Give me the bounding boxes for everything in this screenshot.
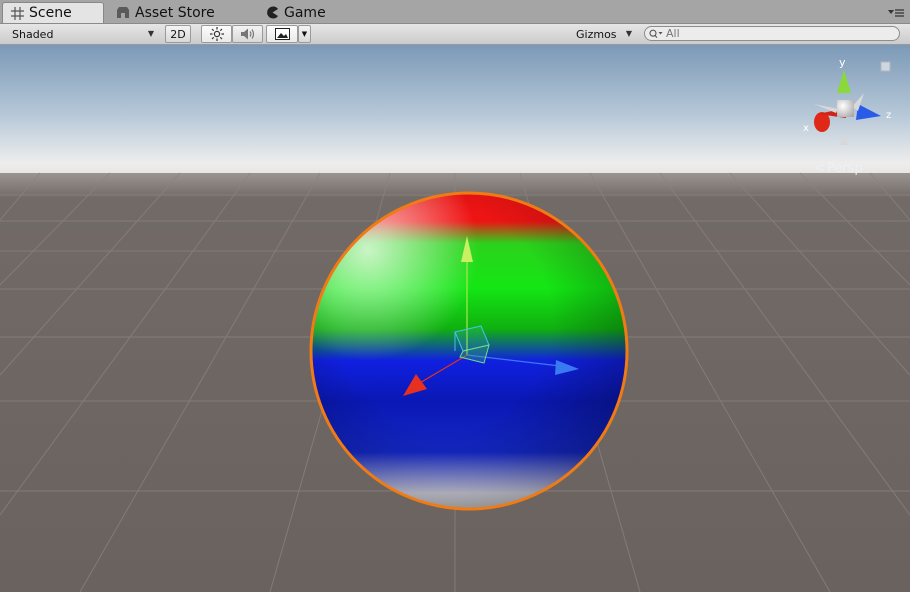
gizmo-x-label: x bbox=[803, 123, 809, 134]
grid-icon bbox=[11, 6, 24, 20]
gizmos-dropdown[interactable]: Gizmos ▼ bbox=[570, 25, 636, 43]
scene-audio-button[interactable] bbox=[232, 25, 263, 43]
draw-mode-dropdown[interactable]: Shaded ▼ bbox=[4, 25, 158, 43]
tab-scene[interactable]: Scene bbox=[2, 2, 104, 23]
sun-icon bbox=[209, 27, 224, 41]
2d-toggle-button[interactable]: 2D bbox=[165, 25, 191, 43]
window-menu-icon[interactable] bbox=[888, 8, 904, 18]
draw-mode-label: Shaded bbox=[12, 27, 54, 41]
gizmo-center-cube[interactable] bbox=[837, 100, 854, 117]
tab-game-label: Game bbox=[284, 4, 326, 21]
tab-scene-label: Scene bbox=[29, 5, 72, 21]
projection-label: Persp bbox=[826, 161, 863, 176]
image-icon bbox=[274, 28, 290, 40]
window-tab-bar: Scene Asset Store Game bbox=[0, 0, 910, 24]
scene-canvas: y z x bbox=[0, 45, 910, 592]
scene-view[interactable]: y z x < Persp bbox=[0, 45, 910, 592]
scene-effects-button[interactable] bbox=[266, 25, 298, 43]
search-placeholder: All bbox=[666, 27, 680, 40]
scene-lighting-button[interactable] bbox=[201, 25, 232, 43]
speaker-icon bbox=[240, 28, 254, 40]
effects-dropdown-button[interactable]: ▼ bbox=[298, 25, 311, 43]
gizmo-y-label: y bbox=[839, 56, 846, 69]
2d-toggle-label: 2D bbox=[170, 27, 186, 41]
chevron-down-icon: ▼ bbox=[147, 29, 154, 38]
tab-asset-store[interactable]: Asset Store bbox=[108, 2, 226, 23]
chevron-down-icon: ▼ bbox=[301, 30, 308, 38]
search-icon bbox=[649, 29, 663, 38]
gizmos-label: Gizmos bbox=[576, 27, 617, 41]
projection-toggle[interactable]: < Persp bbox=[814, 161, 863, 176]
gizmo-lock-toggle[interactable] bbox=[880, 61, 891, 72]
chevron-down-icon: ▼ bbox=[625, 29, 632, 38]
tab-game[interactable]: Game bbox=[258, 2, 338, 23]
store-icon bbox=[117, 7, 129, 18]
scene-toolbar: Shaded ▼ 2D ▼ Gizmos ▼ All bbox=[0, 24, 910, 45]
tab-asset-store-label: Asset Store bbox=[135, 4, 215, 21]
pacman-icon bbox=[267, 6, 278, 19]
scene-search-field[interactable]: All bbox=[644, 26, 900, 41]
sky bbox=[0, 45, 910, 173]
gizmo-z-label: z bbox=[886, 110, 891, 121]
chevron-left-icon: < bbox=[814, 161, 825, 176]
